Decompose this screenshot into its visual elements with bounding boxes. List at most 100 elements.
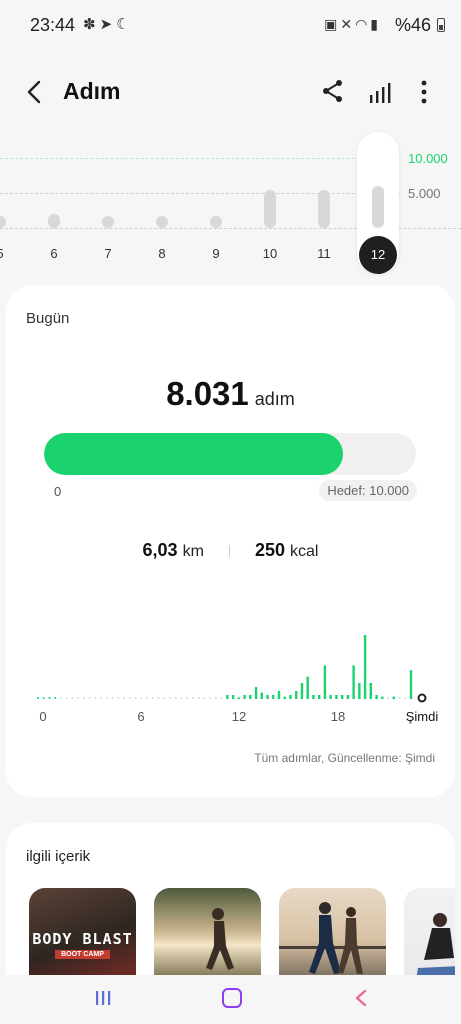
today-card: Bugün 8.031 adım 0 Hedef: 10.000 6,03 km … bbox=[6, 285, 455, 797]
week-day-label: 7 bbox=[104, 246, 112, 261]
now-marker-icon bbox=[417, 693, 427, 703]
week-day-label: 5 bbox=[0, 246, 15, 261]
hour-bar bbox=[254, 687, 258, 699]
goal-badge: Hedef: 10.000 bbox=[319, 480, 417, 501]
week-bar-8[interactable] bbox=[156, 216, 168, 228]
selected-day-label[interactable]: 12 bbox=[359, 236, 397, 274]
status-time: 23:44 bbox=[30, 15, 76, 35]
hour-dot bbox=[174, 697, 177, 699]
hour-bar bbox=[329, 695, 332, 699]
recents-icon[interactable] bbox=[94, 990, 112, 1006]
hour-axis-label: 12 bbox=[232, 709, 246, 724]
hour-bar bbox=[323, 665, 327, 699]
hour-bar bbox=[352, 665, 355, 699]
metrics-divider bbox=[228, 545, 230, 558]
hour-bar bbox=[340, 695, 344, 699]
runners-silhouette-icon bbox=[279, 902, 386, 974]
related-content-card: ilgili içerik BODY BLAST BOOT CAMP bbox=[6, 823, 455, 983]
hour-dot bbox=[180, 697, 183, 699]
thumb-runners-pier[interactable] bbox=[279, 888, 386, 983]
share-icon[interactable] bbox=[320, 78, 346, 104]
hour-bar bbox=[335, 695, 338, 699]
bar-chart-icon[interactable] bbox=[368, 80, 394, 106]
hour-dot bbox=[71, 697, 74, 699]
hour-bar bbox=[369, 683, 373, 699]
week-bar-9[interactable] bbox=[210, 216, 222, 228]
hour-bar bbox=[300, 683, 304, 699]
hour-bar bbox=[312, 695, 315, 699]
week-day-label: 11 bbox=[317, 246, 331, 261]
weekly-steps-chart: 10.000 5.000 5 6 7 8 9 10 11 12 bbox=[0, 130, 461, 280]
steps-progress-fill bbox=[44, 433, 343, 475]
hour-dot bbox=[197, 697, 200, 699]
thumb-woman-exercise[interactable] bbox=[404, 888, 455, 983]
hour-axis-label: Şimdi bbox=[406, 709, 439, 724]
thumb-body-blast[interactable]: BODY BLAST BOOT CAMP bbox=[29, 888, 136, 983]
hour-dot bbox=[209, 697, 212, 699]
thumb-body-blast-sub: BOOT CAMP bbox=[55, 950, 110, 959]
hour-dot bbox=[100, 697, 103, 699]
steps-number: 8.031 bbox=[166, 375, 249, 412]
hour-dot bbox=[398, 697, 401, 699]
hour-bar bbox=[260, 692, 263, 699]
distance-value: 6,03 bbox=[142, 540, 178, 560]
system-nav-bar bbox=[0, 975, 461, 1024]
hour-dot bbox=[117, 697, 120, 699]
wifi-icon: ◠ bbox=[355, 16, 371, 32]
nav-back-icon[interactable] bbox=[354, 989, 368, 1007]
moon-icon: ☾ bbox=[116, 16, 134, 33]
hour-bar bbox=[392, 696, 395, 699]
hour-dot bbox=[387, 697, 390, 699]
hour-dot bbox=[65, 697, 68, 699]
exercise-silhouette-icon bbox=[416, 913, 455, 980]
hour-dot bbox=[37, 697, 39, 699]
hour-dot bbox=[59, 697, 62, 699]
home-icon[interactable] bbox=[222, 988, 242, 1008]
hour-dot bbox=[48, 697, 51, 699]
week-bar-7[interactable] bbox=[102, 216, 114, 228]
week-bar-5[interactable] bbox=[0, 216, 6, 228]
notification-icon: ✽ bbox=[83, 16, 100, 33]
hour-dot bbox=[157, 697, 160, 699]
related-title: ilgili içerik bbox=[26, 848, 91, 865]
distance-calories-row: 6,03 km 250 kcal bbox=[6, 540, 455, 561]
mid-value-label: 5.000 bbox=[408, 186, 441, 201]
hour-dot bbox=[146, 697, 149, 699]
mute-icon: ✕ bbox=[340, 16, 356, 32]
today-label: Bugün bbox=[26, 310, 70, 327]
hour-bar bbox=[409, 670, 413, 699]
hour-dot bbox=[77, 697, 80, 699]
hour-bar bbox=[289, 695, 292, 699]
calories-unit: kcal bbox=[290, 543, 319, 560]
update-note: Tüm adımlar, Güncellenme: Şimdi bbox=[254, 751, 435, 765]
steps-unit: adım bbox=[254, 389, 295, 409]
hour-bar bbox=[317, 695, 321, 699]
hour-bar bbox=[266, 695, 269, 699]
hour-dot bbox=[404, 697, 407, 699]
hour-bar bbox=[243, 695, 246, 699]
hour-dot bbox=[191, 697, 194, 699]
week-bar-11[interactable] bbox=[318, 189, 330, 228]
hourly-steps-chart: 0 6 12 18 Şimdi bbox=[37, 635, 439, 724]
steps-count: 8.031 adım bbox=[6, 375, 455, 413]
back-icon[interactable] bbox=[22, 78, 48, 106]
thumb-body-blast-title: BODY BLAST bbox=[32, 930, 133, 948]
hour-dot bbox=[54, 697, 57, 699]
hour-bar bbox=[346, 695, 350, 699]
week-bar-10[interactable] bbox=[264, 189, 276, 228]
thumb-runner-sunset[interactable] bbox=[154, 888, 261, 983]
progress-start-label: 0 bbox=[54, 484, 62, 499]
week-bar-12[interactable] bbox=[372, 186, 384, 228]
page-title: Adım bbox=[63, 78, 121, 104]
hour-bar bbox=[295, 691, 298, 699]
week-day-label: 9 bbox=[212, 246, 220, 261]
hour-bar bbox=[283, 696, 286, 699]
hour-dot bbox=[123, 697, 126, 699]
hour-axis-label: 18 bbox=[331, 709, 345, 724]
hour-dot bbox=[128, 697, 131, 699]
hour-bar bbox=[306, 676, 309, 699]
goal-value-label: 10.000 bbox=[408, 151, 448, 166]
week-bar-6[interactable] bbox=[48, 214, 60, 228]
more-icon[interactable] bbox=[414, 78, 434, 106]
hour-bar bbox=[237, 697, 241, 699]
